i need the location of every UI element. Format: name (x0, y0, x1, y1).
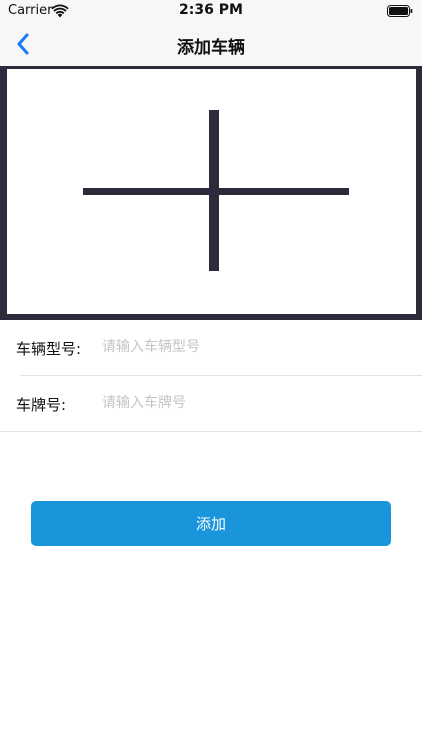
plus-icon-vertical-bar (209, 110, 219, 271)
status-time: 2:36 PM (179, 2, 243, 18)
vehicle-model-input[interactable] (102, 334, 402, 360)
status-bar: Carrier 2:36 PM (0, 0, 422, 22)
vehicle-model-label: 车辆型号: (16, 340, 82, 358)
page-title: 添加车辆 (177, 38, 245, 58)
license-plate-row: 车牌号: (0, 376, 422, 432)
add-button[interactable]: 添加 (31, 501, 391, 546)
image-placeholder[interactable] (7, 69, 416, 314)
license-plate-input[interactable] (102, 390, 402, 416)
navigation-bar: 添加车辆 (0, 22, 422, 67)
vehicle-model-row: 车辆型号: (0, 320, 422, 376)
license-plate-label: 车牌号: (16, 396, 67, 414)
row-divider (0, 431, 422, 432)
vehicle-image-picker[interactable] (0, 66, 422, 320)
battery-icon (387, 5, 413, 17)
